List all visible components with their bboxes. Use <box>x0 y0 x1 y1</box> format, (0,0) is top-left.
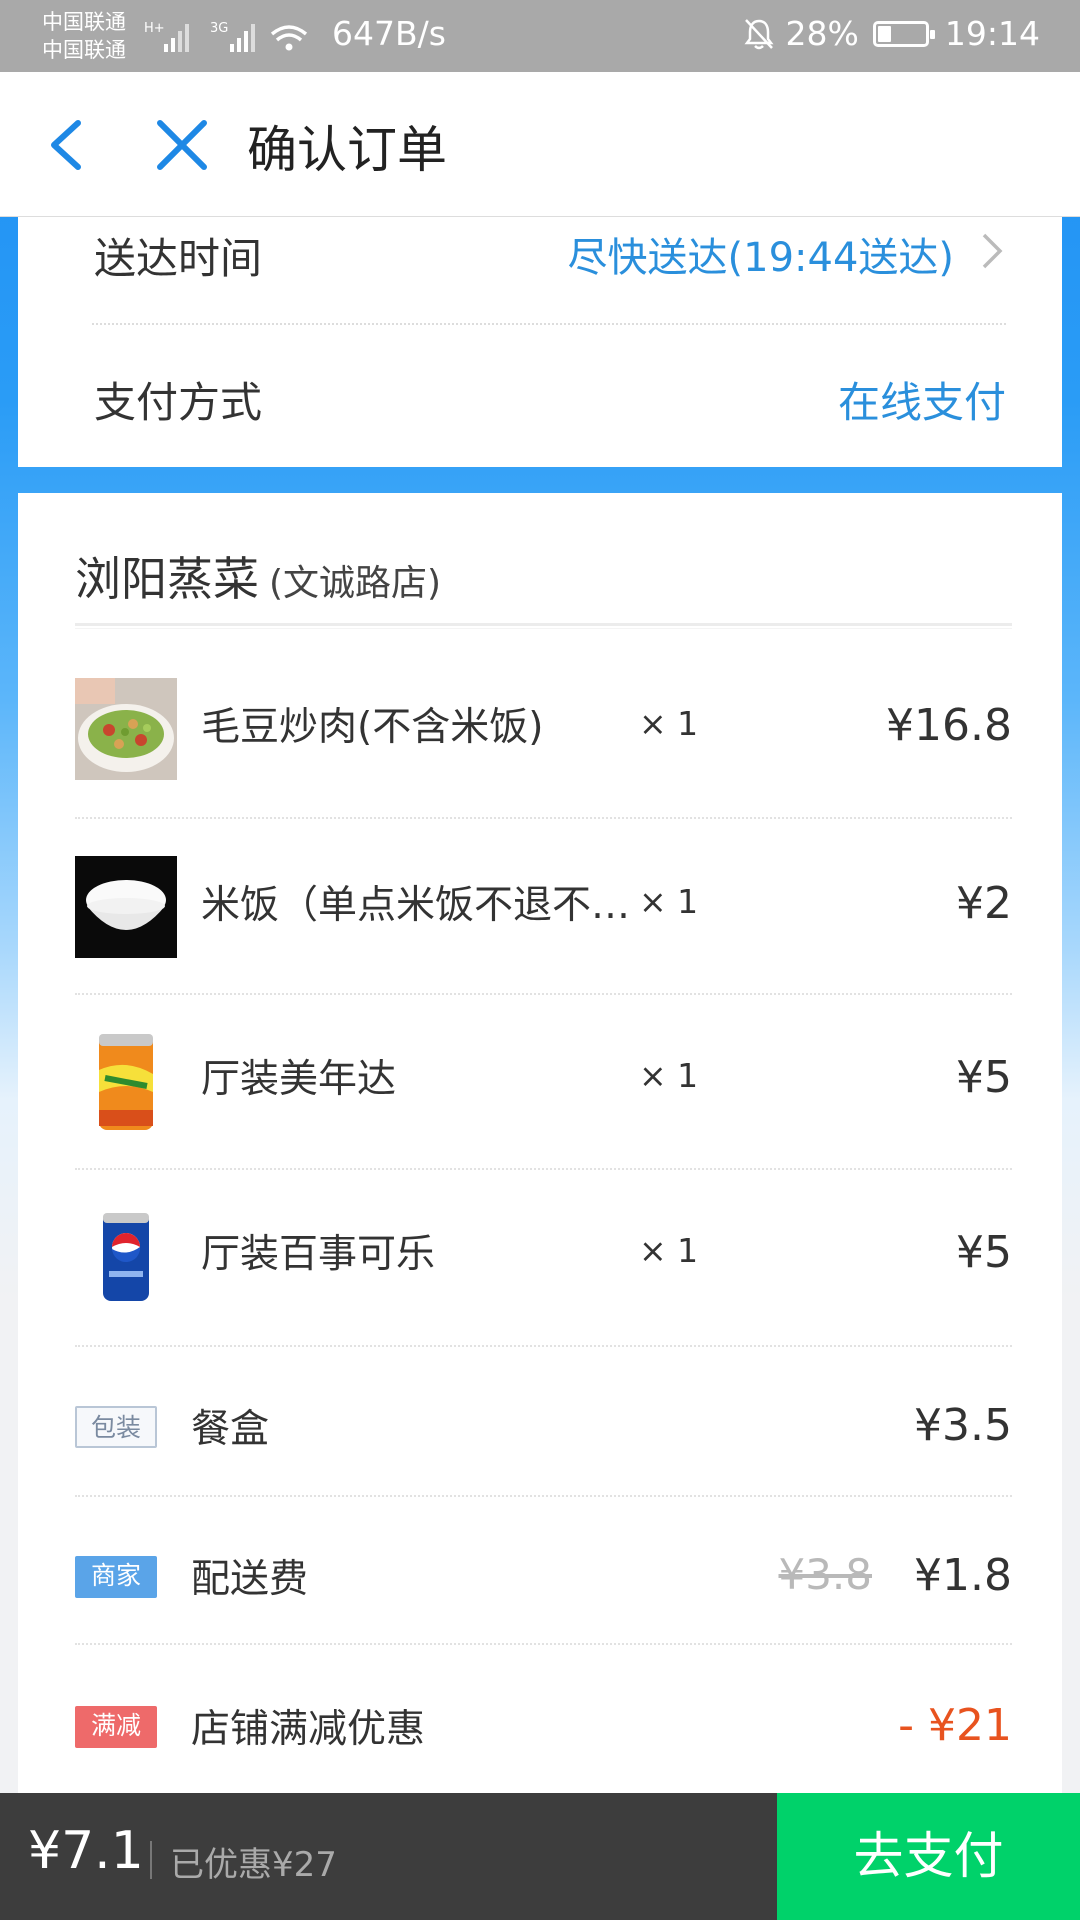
divider <box>75 817 1012 819</box>
delivery-fee-row: 商家 配送费 ¥3.8 ¥1.8 <box>75 1548 1012 1648</box>
delivery-card: 送达时间 尽快送达(19:44送达) 支付方式 在线支付 <box>18 217 1062 467</box>
discount-amount: - ¥21 <box>898 1700 1012 1751</box>
packaging-tag: 包装 <box>75 1406 157 1448</box>
item-price: ¥5 <box>956 1052 1012 1103</box>
checkout-bar: ¥7.1 已优惠¥27 去支付 <box>0 1793 1080 1920</box>
clock: 19:14 <box>944 14 1040 53</box>
back-arrow-icon[interactable] <box>40 115 100 175</box>
network-type-2: 3G <box>210 21 228 36</box>
divider <box>92 323 1006 325</box>
item-name: 毛豆炒肉(不含米饭) <box>201 705 544 750</box>
merchant-tag: 商家 <box>75 1556 157 1598</box>
page-title: 确认订单 <box>247 121 447 179</box>
item-image-pepsi-can <box>75 1205 177 1307</box>
saved-amount: 已优惠¥27 <box>170 1845 337 1885</box>
item-image-stir-fry <box>75 678 177 780</box>
signal-icon: H+ 3G <box>144 21 308 52</box>
divider <box>75 1495 1012 1497</box>
delivery-fee-original-price: ¥3.8 <box>778 1550 872 1599</box>
item-image-mirinda-can <box>75 1030 177 1132</box>
total-price: ¥7.1 <box>28 1821 144 1881</box>
battery-percent: 28% <box>785 14 859 53</box>
divider <box>75 993 1012 995</box>
item-price: ¥2 <box>956 878 1012 929</box>
pay-button[interactable]: 去支付 <box>777 1793 1080 1920</box>
network-type-1: H+ <box>144 21 165 36</box>
item-name: 厅装美年达 <box>201 1057 397 1102</box>
divider <box>75 623 1012 629</box>
item-quantity: × 1 <box>639 882 699 921</box>
shop-name: 浏阳蒸菜 <box>75 552 259 606</box>
delivery-fee-name: 配送费 <box>191 1557 309 1602</box>
order-item: 毛豆炒肉(不含米饭) × 1 ¥16.8 <box>75 678 1012 852</box>
payment-method-value: 在线支付 <box>837 378 1006 427</box>
item-image-rice <box>75 856 177 958</box>
status-bar: 中国联通 中国联通 H+ 3G 647B/s 28% 19:14 <box>0 0 1080 72</box>
battery-icon <box>872 20 935 47</box>
item-quantity: × 1 <box>639 1231 699 1270</box>
close-icon[interactable] <box>152 115 212 175</box>
order-item: 米饭（单点米饭不退不换） × 1 ¥2 <box>75 856 1012 1030</box>
item-price: ¥5 <box>956 1227 1012 1278</box>
divider <box>75 1643 1012 1645</box>
item-quantity: × 1 <box>639 1056 699 1095</box>
order-item: 厅装美年达 × 1 ¥5 <box>75 1030 1012 1204</box>
divider <box>75 1168 1012 1170</box>
delivery-fee-price: ¥1.8 <box>914 1550 1012 1601</box>
packaging-name: 餐盒 <box>191 1407 270 1452</box>
discount-tag: 满减 <box>75 1706 157 1748</box>
order-card: 浏阳蒸菜 (文诚路店) 毛豆炒肉(不含米饭) × 1 ¥16.8 米饭（单点米饭… <box>18 493 1062 1803</box>
delivery-time-label: 送达时间 <box>94 234 263 283</box>
carrier-2: 中国联通 <box>42 38 126 62</box>
packaging-price: ¥3.5 <box>914 1400 1012 1451</box>
chevron-right-icon <box>982 233 1003 269</box>
shop-title: 浏阳蒸菜 (文诚路店) <box>75 543 441 609</box>
mute-bell-icon <box>744 18 774 49</box>
delivery-time-row[interactable]: 送达时间 尽快送达(19:44送达) <box>74 217 1006 364</box>
packaging-fee-row: 包装 餐盒 ¥3.5 <box>75 1398 1012 1498</box>
carrier-labels: 中国联通 中国联通 <box>42 8 126 64</box>
shop-branch: (文诚路店) <box>269 563 442 604</box>
status-right: 28% 19:14 <box>742 14 1040 53</box>
item-name: 厅装百事可乐 <box>201 1232 436 1277</box>
network-speed: 647B/s <box>332 14 446 53</box>
item-quantity: × 1 <box>639 704 699 743</box>
order-item: 厅装百事可乐 × 1 ¥5 <box>75 1205 1012 1379</box>
discount-name: 店铺满减优惠 <box>191 1707 426 1752</box>
delivery-time-value: 尽快送达(19:44送达) <box>567 235 954 281</box>
discount-row: 满减 店铺满减优惠 - ¥21 <box>75 1698 1012 1798</box>
divider <box>150 1841 152 1879</box>
nav-bar: 确认订单 <box>0 72 1080 217</box>
divider <box>75 1345 1012 1347</box>
item-name: 米饭（单点米饭不退不换） <box>201 883 631 928</box>
carrier-1: 中国联通 <box>42 10 126 34</box>
payment-method-label: 支付方式 <box>94 378 263 427</box>
item-price: ¥16.8 <box>886 700 1012 751</box>
